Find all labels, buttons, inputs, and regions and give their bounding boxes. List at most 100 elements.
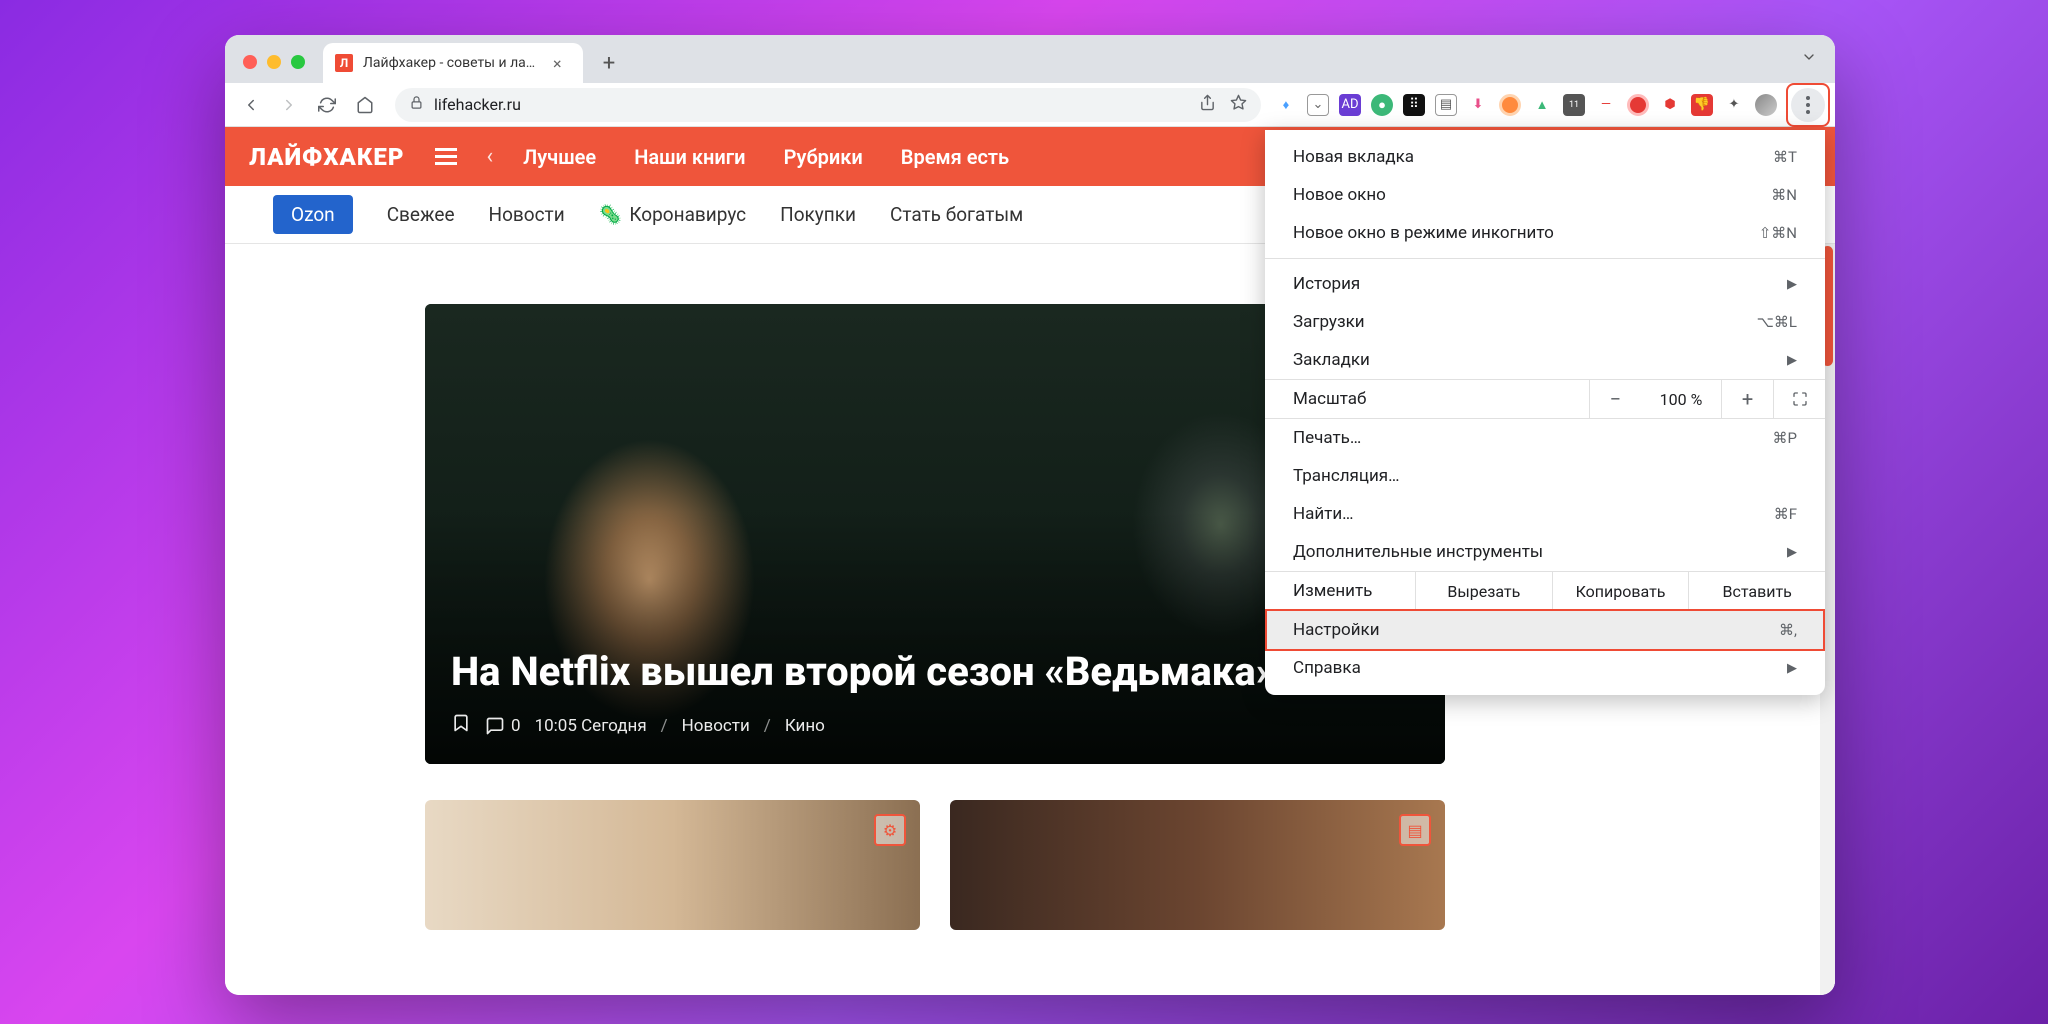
nav-prev-icon[interactable]: ‹ xyxy=(487,144,494,169)
paste-button[interactable]: Вставить xyxy=(1688,571,1825,611)
subnav-link[interactable]: Свежее xyxy=(387,203,455,226)
menu-item[interactable]: Настройки⌘, xyxy=(1265,611,1825,649)
menu-item[interactable]: Новое окно в режиме инкогнито⇧⌘N xyxy=(1265,214,1825,252)
extension-badge-11[interactable]: 11 xyxy=(1563,94,1585,116)
extension-shield[interactable]: ▲ xyxy=(1531,94,1553,116)
subnav-link[interactable]: Ozon xyxy=(273,195,353,234)
chrome-menu-button[interactable] xyxy=(1791,88,1825,122)
fullscreen-button[interactable] xyxy=(1773,379,1825,419)
menu-shortcut: ⌥⌘L xyxy=(1757,313,1797,331)
extension-green-circle[interactable]: ● xyxy=(1371,94,1393,116)
extension-download[interactable]: ⬇ xyxy=(1467,94,1489,116)
new-tab-button[interactable]: + xyxy=(593,47,625,79)
menu-item[interactable]: Печать…⌘P xyxy=(1265,419,1825,457)
extension-drop[interactable]: ⬢ xyxy=(1659,94,1681,116)
menu-item-label: Печать… xyxy=(1293,428,1773,448)
menu-item-label: Новое окно в режиме инкогнито xyxy=(1293,223,1759,243)
nav-link[interactable]: Рубрики xyxy=(784,145,863,169)
extension-red-line[interactable]: — xyxy=(1595,94,1617,116)
cut-button[interactable]: Вырезать xyxy=(1415,571,1552,611)
menu-item-label: Трансляция… xyxy=(1293,466,1797,486)
extension-notes[interactable]: ▤ xyxy=(1435,94,1457,116)
card-badge-icon: ⚙ xyxy=(874,814,906,846)
copy-button[interactable]: Копировать xyxy=(1552,571,1689,611)
menu-item[interactable]: Найти…⌘F xyxy=(1265,495,1825,533)
menu-item[interactable]: Трансляция… xyxy=(1265,457,1825,495)
menu-shortcut: ⌘, xyxy=(1779,621,1797,639)
hero-tag[interactable]: Кино xyxy=(785,716,825,736)
chevron-right-icon: ▶ xyxy=(1787,353,1797,368)
nav-link[interactable]: Время есть xyxy=(901,145,1009,169)
extension-pocket[interactable]: ⌄ xyxy=(1307,94,1329,116)
back-button[interactable] xyxy=(235,89,267,121)
edit-label: Изменить xyxy=(1265,581,1415,601)
hero-time: 10:05 Сегодня xyxy=(535,716,647,736)
nav-link[interactable]: Наши книги xyxy=(634,145,745,169)
menu-item-label: Настройки xyxy=(1293,620,1779,640)
menu-item[interactable]: Загрузки⌥⌘L xyxy=(1265,303,1825,341)
close-window-button[interactable] xyxy=(243,55,257,69)
nav-link[interactable]: Лучшее xyxy=(523,145,596,169)
extension-red-circle[interactable] xyxy=(1627,94,1649,116)
highlight-ring xyxy=(1786,83,1830,127)
zoom-label: Масштаб xyxy=(1293,389,1589,409)
extension-dark-grid[interactable]: ⠿ xyxy=(1403,94,1425,116)
subnav-link[interactable]: Покупки xyxy=(780,203,856,226)
menu-item[interactable]: Справка▶ xyxy=(1265,649,1825,687)
menu-item-label: Новое окно xyxy=(1293,185,1771,205)
zoom-in-button[interactable]: + xyxy=(1721,379,1773,419)
extension-thumbs[interactable]: 👎 xyxy=(1691,94,1713,116)
chevron-right-icon: ▶ xyxy=(1787,277,1797,292)
extension-avatar[interactable] xyxy=(1755,94,1777,116)
menu-item-label: Загрузки xyxy=(1293,312,1757,332)
menu-shortcut: ⌘N xyxy=(1771,186,1797,204)
address-bar[interactable]: lifehacker.ru xyxy=(395,88,1261,122)
tab-bar: Л Лайфхакер - советы и лайфха × + xyxy=(225,35,1835,83)
menu-item[interactable]: Дополнительные инструменты▶ xyxy=(1265,533,1825,571)
menu-item-label: Справка xyxy=(1293,658,1787,678)
url-text: lifehacker.ru xyxy=(434,95,521,114)
menu-item-label: Новая вкладка xyxy=(1293,147,1773,167)
extension-puzzle[interactable]: ✦ xyxy=(1723,94,1745,116)
menu-item-label: История xyxy=(1293,274,1787,294)
bookmark-icon[interactable] xyxy=(451,713,471,738)
comments-count[interactable]: 0 xyxy=(485,716,521,736)
toolbar: lifehacker.ru ♦ ⌄ AD ● ⠿ ▤ ⬇ ▲ 11 — ⬢ 👎 ✦ xyxy=(225,83,1835,127)
menu-item[interactable]: История▶ xyxy=(1265,265,1825,303)
share-icon[interactable] xyxy=(1199,94,1216,115)
reload-button[interactable] xyxy=(311,89,343,121)
menu-item-label: Дополнительные инструменты xyxy=(1293,542,1787,562)
window-controls xyxy=(237,55,315,83)
menu-item[interactable]: Закладки▶ xyxy=(1265,341,1825,379)
card-badge-icon: ▤ xyxy=(1399,814,1431,846)
browser-tab[interactable]: Л Лайфхакер - советы и лайфха × xyxy=(323,43,583,83)
extension-adblock[interactable]: AD xyxy=(1339,94,1361,116)
bookmark-star-icon[interactable] xyxy=(1230,94,1247,115)
article-card[interactable]: ⚙ xyxy=(425,800,920,930)
home-button[interactable] xyxy=(349,89,381,121)
extension-icons: ♦ ⌄ AD ● ⠿ ▤ ⬇ ▲ 11 — ⬢ 👎 ✦ xyxy=(1275,94,1785,116)
menu-item-label: Найти… xyxy=(1293,504,1774,524)
site-logo[interactable]: ЛАЙФХАКЕР xyxy=(249,143,405,171)
hero-category[interactable]: Новости xyxy=(682,716,750,736)
menu-item[interactable]: Новая вкладка⌘T xyxy=(1265,138,1825,176)
maximize-window-button[interactable] xyxy=(291,55,305,69)
minimize-window-button[interactable] xyxy=(267,55,281,69)
extension-yandex[interactable]: ♦ xyxy=(1275,94,1297,116)
menu-zoom-row: Масштаб−100 %+ xyxy=(1265,379,1825,419)
chrome-menu: Новая вкладка⌘TНовое окно⌘NНовое окно в … xyxy=(1265,130,1825,695)
subnav-link[interactable]: 🦠Коронавирус xyxy=(599,203,746,226)
hamburger-icon[interactable] xyxy=(435,148,457,165)
extension-orange-dot[interactable] xyxy=(1499,94,1521,116)
menu-shortcut: ⌘F xyxy=(1774,505,1797,523)
menu-item[interactable]: Новое окно⌘N xyxy=(1265,176,1825,214)
menu-shortcut: ⇧⌘N xyxy=(1759,224,1797,242)
subnav-link[interactable]: Стать богатым xyxy=(890,203,1023,226)
subnav-link[interactable]: Новости xyxy=(489,203,565,226)
tab-close-icon[interactable]: × xyxy=(553,54,562,73)
article-card[interactable]: ▤ xyxy=(950,800,1445,930)
tabs-dropdown-icon[interactable] xyxy=(1801,49,1817,69)
zoom-out-button[interactable]: − xyxy=(1589,379,1641,419)
tab-favicon: Л xyxy=(335,54,353,72)
forward-button[interactable] xyxy=(273,89,305,121)
